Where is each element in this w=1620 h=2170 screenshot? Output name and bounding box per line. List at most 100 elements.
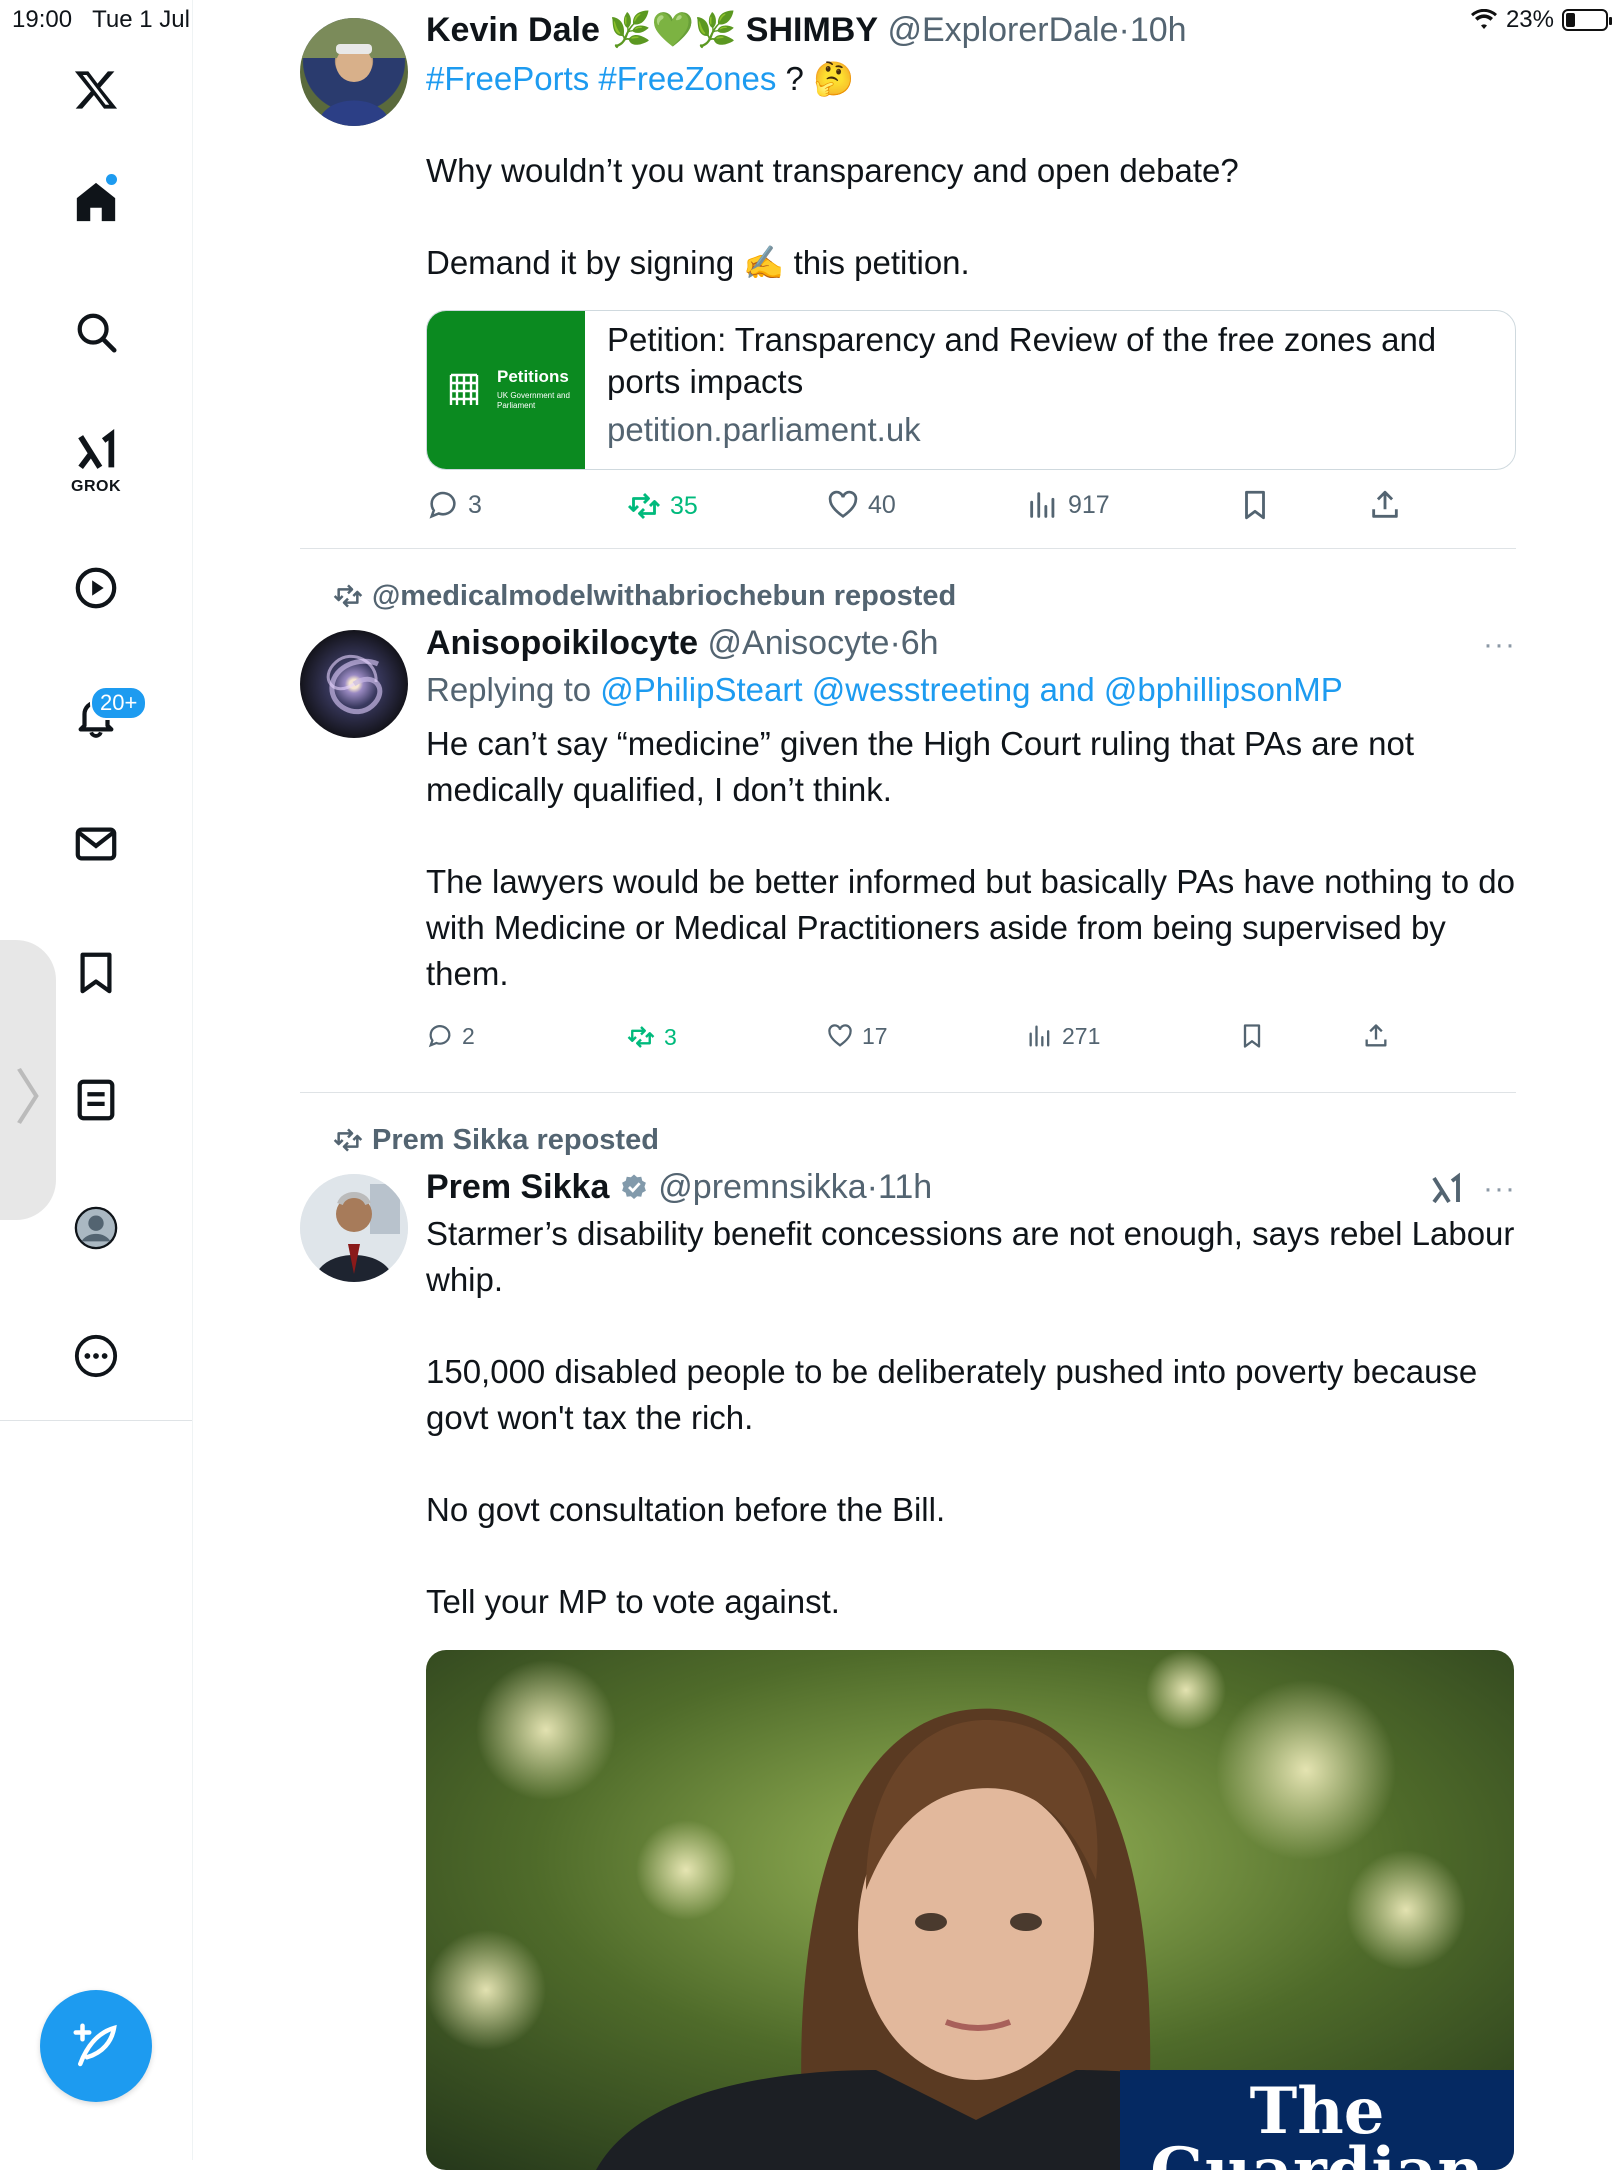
notification-badge: 20+	[90, 686, 148, 720]
grok-explain-icon[interactable]	[1428, 1172, 1464, 1213]
view-count: 917	[1068, 490, 1110, 519]
heart-icon	[828, 1024, 852, 1047]
tweet-hashtag-line: #FreePorts #FreeZones ? 🤔	[426, 56, 1516, 102]
repost-count: 3	[664, 1023, 677, 1050]
share-button[interactable]	[1368, 488, 1402, 522]
like-button[interactable]: 17	[826, 1022, 888, 1050]
author-handle[interactable]: @Anisocyte	[708, 624, 890, 662]
author-name[interactable]: Prem Sikka	[426, 1168, 609, 1206]
tweet-text: Starmer’s disability benefit concessions…	[426, 1215, 1515, 1298]
share-icon	[1365, 1024, 1387, 1047]
side-drawer-handle[interactable]: 〉	[0, 940, 74, 1220]
avatar[interactable]	[300, 630, 408, 738]
portcullis-icon	[449, 373, 479, 405]
more-menu-icon[interactable]: ···	[1483, 1172, 1516, 1206]
petition-thumbnail: Petitions UK Government and Parliament	[427, 311, 585, 469]
view-count: 271	[1062, 1022, 1101, 1049]
repost-count: 35	[670, 491, 698, 520]
reposted-by[interactable]: @medicalmodelwithabriochebun reposted	[372, 580, 956, 612]
author-name[interactable]: Anisopoikilocyte	[426, 624, 698, 662]
card-title: Petition: Transparency and Review of the…	[607, 321, 1437, 400]
author-name-suffix: SHIMBY	[745, 11, 879, 49]
tweet-text: He can’t say “medicine” given the High C…	[426, 725, 1415, 808]
tweet-media-image[interactable]: The Guardian	[426, 1650, 1514, 2170]
tweet-actions: 2 3 17 271	[426, 1022, 1406, 1062]
bookmark-button[interactable]	[1238, 1022, 1266, 1050]
guardian-logo: The Guardian	[1120, 2070, 1514, 2170]
analytics-icon	[1029, 1025, 1050, 1047]
author-name[interactable]: Kevin Dale	[426, 11, 600, 49]
bookmark-icon	[1245, 490, 1265, 520]
repost-icon	[627, 1026, 655, 1048]
tweet-text: Why wouldn’t you want transparency and o…	[426, 152, 1239, 189]
video-icon[interactable]	[68, 560, 124, 616]
avatar-photo	[300, 1174, 408, 1282]
views-button[interactable]: 917	[1026, 488, 1110, 522]
reply-count: 2	[462, 1022, 475, 1049]
tweet-text: No govt consultation before the Bill.	[426, 1491, 946, 1528]
compose-post-button[interactable]	[40, 1990, 152, 2102]
compose-feather-icon	[73, 2023, 117, 2067]
replying-prefix: Replying to	[426, 671, 601, 708]
avatar[interactable]	[300, 18, 408, 126]
tweet-time[interactable]: 11h	[878, 1168, 932, 1206]
grok-icon[interactable]	[68, 424, 124, 480]
petition-thumb-title: Petitions	[497, 367, 569, 386]
repost-context: @medicalmodelwithabriochebun reposted	[333, 580, 956, 613]
tweet-time[interactable]: 6h	[901, 624, 939, 662]
repost-button[interactable]: 35	[626, 488, 698, 524]
reply-count: 3	[468, 490, 482, 519]
chevron-right-icon: 〉	[14, 1065, 74, 1132]
tweet-text: Demand it by signing ✍️ this petition.	[426, 244, 970, 281]
reposted-by[interactable]: Prem Sikka reposted	[372, 1124, 659, 1156]
tweet-kevin-dale[interactable]: Kevin Dale 🌿💚🌿 SHIMBY @ExplorerDale·10h …	[300, 0, 1516, 548]
like-button[interactable]: 40	[826, 488, 896, 522]
lists-icon[interactable]	[68, 1072, 124, 1128]
tweet-time[interactable]: 10h	[1130, 11, 1187, 49]
tweet-anisopoikilocyte[interactable]: @medicalmodelwithabriochebun reposted An…	[300, 560, 1516, 1092]
more-menu-icon[interactable]: ···	[1483, 628, 1516, 662]
verified-badge-icon	[621, 1174, 646, 1199]
petition-thumb-sub: UK Government and Parliament	[497, 391, 570, 410]
reply-button[interactable]: 3	[426, 488, 482, 522]
avatar-photo	[300, 18, 408, 126]
reply-button[interactable]: 2	[426, 1022, 475, 1050]
bookmarks-icon[interactable]	[68, 944, 124, 1000]
bookmark-icon	[1243, 1024, 1261, 1048]
reply-icon	[429, 491, 456, 519]
repost-button[interactable]: 3	[626, 1022, 677, 1052]
tweet-header: Kevin Dale 🌿💚🌿 SHIMBY @ExplorerDale·10h	[426, 11, 1187, 49]
repost-icon	[333, 1128, 363, 1152]
tweet-header: Prem Sikka @premnsikka·11h	[426, 1168, 933, 1206]
tweet-prem-sikka[interactable]: Prem Sikka reposted Prem Sikka @premnsik…	[300, 1104, 1516, 2170]
search-icon[interactable]	[68, 304, 124, 360]
battery-icon	[1562, 9, 1612, 31]
hashtags[interactable]: #FreePorts #FreeZones	[426, 60, 776, 97]
repost-icon	[333, 584, 363, 608]
views-button[interactable]: 271	[1026, 1022, 1100, 1050]
tweet-header: Anisopoikilocyte @Anisocyte·6h	[426, 624, 939, 662]
messages-icon[interactable]	[68, 816, 124, 872]
link-card[interactable]: Petitions UK Government and Parliament P…	[426, 310, 1516, 470]
share-icon	[1372, 490, 1398, 518]
card-domain: petition.parliament.uk	[607, 411, 921, 448]
tweet-text: 150,000 disabled people to be deliberate…	[426, 1353, 1478, 1436]
tweet-text: The lawyers would be better informed but…	[426, 863, 1515, 992]
share-button[interactable]	[1362, 1022, 1390, 1050]
tweet-text: Tell your MP to vote against.	[426, 1583, 840, 1620]
bookmark-button[interactable]	[1238, 488, 1272, 522]
author-handle[interactable]: @premnsikka	[658, 1168, 866, 1206]
profile-icon[interactable]	[68, 1200, 124, 1256]
more-options-icon[interactable]	[68, 1328, 124, 1384]
like-count: 17	[862, 1022, 888, 1049]
replying-to-mentions[interactable]: @PhilipSteart @wesstreeting and @bphilli…	[600, 671, 1343, 708]
tweet-divider	[300, 548, 1516, 549]
reply-icon	[428, 1025, 451, 1048]
repost-context: Prem Sikka reposted	[333, 1124, 659, 1157]
x-logo-icon[interactable]	[68, 62, 124, 118]
author-handle[interactable]: @ExplorerDale	[887, 11, 1118, 49]
grok-label: GROK	[71, 478, 121, 495]
avatar[interactable]	[300, 1174, 408, 1282]
battery-fill	[1566, 13, 1575, 27]
heart-icon	[828, 490, 858, 518]
